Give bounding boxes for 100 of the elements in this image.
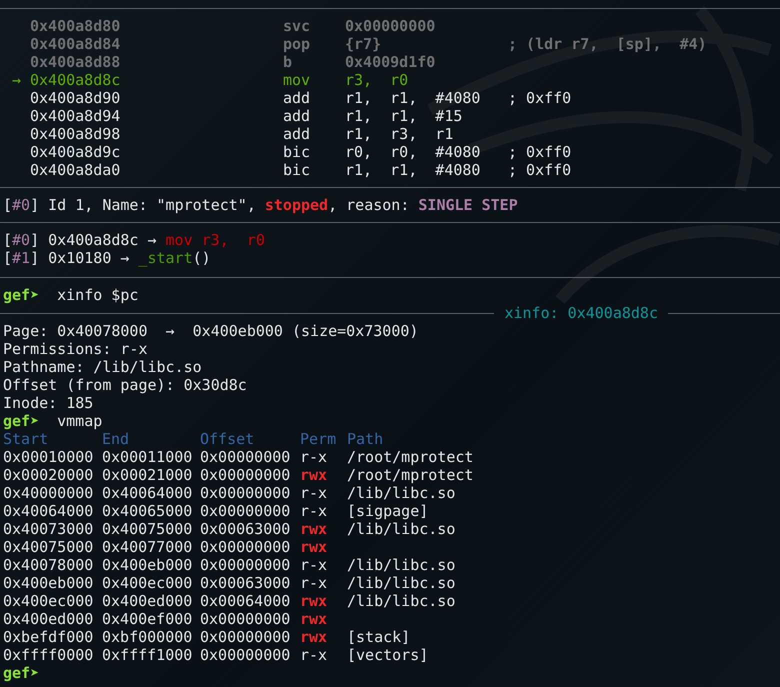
info-line: Offset (from page): 0x30d8c — [3, 376, 247, 394]
table-cell: 0xffff0000 — [3, 646, 94, 664]
instruction-comment: ; 0xff0 — [508, 89, 572, 107]
table-cell: rwx — [300, 610, 328, 628]
instruction-comment: ; 0xff0 — [508, 161, 572, 179]
table-cell: 0xbf000000 — [102, 628, 192, 646]
table-cell: rwx — [300, 628, 328, 646]
table-cell: 0x40073000 — [3, 520, 94, 538]
column-header: Path — [347, 430, 384, 448]
table-cell: 0x00064000 — [200, 592, 290, 610]
table-cell: 0x400ed000 — [3, 610, 94, 628]
table-cell: 0x40000000 — [3, 484, 94, 502]
instruction-mnemonic: svc — [283, 17, 310, 35]
table-cell: rwx — [300, 538, 328, 556]
table-cell: /lib/libc.so — [347, 574, 456, 592]
command-text: xinfo $pc — [57, 286, 138, 304]
table-cell: rwx — [300, 466, 328, 484]
column-header: Start — [3, 430, 48, 448]
command-text: vmmap — [57, 412, 102, 430]
instruction-operands: r3, r0 — [345, 71, 408, 89]
table-cell: 0x400eb000 — [3, 574, 94, 592]
info-line: Page: 0x40078000 → 0x400eb000 (size=0x73000) — [3, 322, 418, 340]
table-cell: 0x00000000 — [200, 556, 290, 574]
stack-frame-line: [#0] 0x400a8d8c → mov r3, r0 — [3, 231, 266, 249]
instruction-operands: r1, r1, #4080 — [345, 161, 480, 179]
instruction-address: 0x400a8d84 — [30, 35, 120, 53]
info-line: Pathname: /lib/libc.so — [3, 358, 202, 376]
instruction-address: 0x400a8da0 — [30, 161, 120, 179]
table-cell: 0x00000000 — [200, 628, 290, 646]
table-cell: 0x00020000 — [3, 466, 94, 484]
table-cell: 0x00000000 — [200, 466, 290, 484]
table-cell: 0x00063000 — [200, 574, 290, 592]
instruction-address: 0x400a8d80 — [30, 17, 120, 35]
table-cell: 0x00000000 — [200, 502, 290, 520]
table-cell: r-x — [300, 502, 328, 520]
table-cell: [vectors] — [347, 646, 428, 664]
table-cell: 0xbefdf000 — [3, 628, 94, 646]
table-cell: 0x400ef000 — [102, 610, 192, 628]
table-cell: /lib/libc.so — [347, 520, 456, 538]
table-cell: 0x00000000 — [200, 484, 290, 502]
instruction-address: 0x400a8d8c — [30, 71, 120, 89]
instruction-operands: r0, r0, #4080 — [345, 143, 480, 161]
instruction-operands: 0x00000000 — [345, 17, 436, 35]
info-line: Inode: 185 — [3, 394, 94, 412]
table-cell: 0x40064000 — [102, 484, 192, 502]
instruction-operands: r1, r1, #4080 — [345, 89, 480, 107]
table-cell: [stack] — [347, 628, 410, 646]
instruction-address: 0x400a8d9c — [30, 143, 120, 161]
instruction-operands: r1, r1, #15 — [345, 107, 462, 125]
table-cell: 0x00000000 — [200, 448, 290, 466]
table-cell: r-x — [300, 556, 328, 574]
thread-status-line: [#0] Id 1, Name: "mprotect", stopped, reason: SINGLE STEP — [3, 196, 519, 214]
stack-frame-line: [#1] 0x10180 → _start() — [3, 249, 212, 267]
shell-prompt: gef➤ — [3, 412, 40, 430]
table-cell: 0x00000000 — [200, 646, 290, 664]
table-cell: 0x00010000 — [3, 448, 94, 466]
table-cell: rwx — [300, 520, 328, 538]
table-cell: 0x00000000 — [200, 610, 290, 628]
instruction-address: 0x400a8d88 — [30, 53, 120, 71]
instruction-operands: r1, r3, r1 — [345, 125, 454, 143]
instruction-mnemonic: b — [283, 53, 292, 71]
instruction-address: 0x400a8d98 — [30, 125, 120, 143]
table-cell: r-x — [300, 574, 328, 592]
instruction-mnemonic: add — [283, 107, 310, 125]
table-cell: r-x — [300, 646, 328, 664]
table-cell: 0x400eb000 — [102, 556, 192, 574]
table-cell: /lib/libc.so — [347, 556, 456, 574]
instruction-mnemonic: add — [283, 89, 310, 107]
table-cell: r-x — [300, 484, 328, 502]
instruction-address: 0x400a8d90 — [30, 89, 120, 107]
table-cell: 0x400ec000 — [102, 574, 192, 592]
table-cell: [sigpage] — [347, 502, 428, 520]
instruction-address: 0x400a8d94 — [30, 107, 120, 125]
instruction-mnemonic: bic — [283, 161, 310, 179]
current-instruction-arrow: → — [12, 71, 22, 89]
instruction-mnemonic: add — [283, 125, 310, 143]
table-cell: 0x40065000 — [102, 502, 192, 520]
table-cell: 0x40064000 — [3, 502, 94, 520]
table-cell: /root/mprotect — [347, 466, 474, 484]
shell-prompt: gef➤ — [3, 286, 40, 304]
table-cell: rwx — [300, 592, 328, 610]
table-cell: 0x40077000 — [102, 538, 192, 556]
column-header: Perm — [300, 430, 336, 448]
table-cell: 0x400ec000 — [3, 592, 94, 610]
instruction-mnemonic: pop — [283, 35, 310, 53]
table-cell: /lib/libc.so — [347, 592, 456, 610]
section-title: xinfo: 0x400a8d8c — [503, 304, 659, 322]
table-cell: r-x — [300, 448, 328, 466]
table-cell: 0x400ed000 — [102, 592, 192, 610]
table-cell: 0x40075000 — [3, 538, 94, 556]
table-cell: 0x00011000 — [102, 448, 192, 466]
instruction-comment: ; (ldr r7, [sp], #4) — [508, 35, 707, 53]
table-cell: 0x40075000 — [102, 520, 192, 538]
instruction-comment: ; 0xff0 — [508, 143, 572, 161]
table-cell: /lib/libc.so — [347, 484, 456, 502]
table-cell: 0xffff1000 — [102, 646, 192, 664]
column-header: End — [102, 430, 130, 448]
instruction-mnemonic: mov — [283, 71, 310, 89]
instruction-mnemonic: bic — [283, 143, 310, 161]
instruction-operands: {r7} — [345, 35, 382, 53]
